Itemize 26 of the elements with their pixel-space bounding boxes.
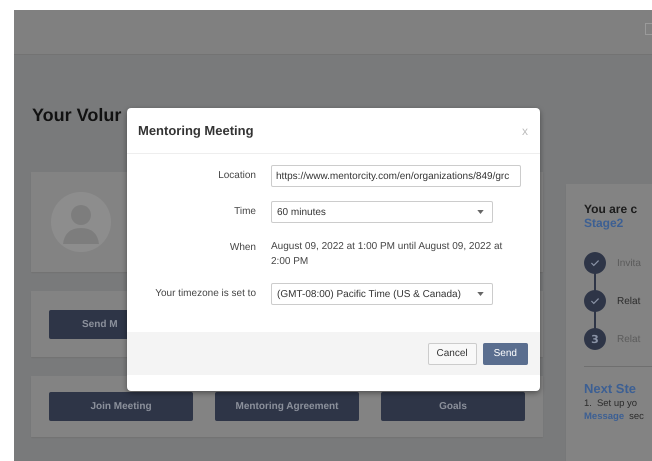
field-label: Location [217, 169, 256, 181]
action-button[interactable]: Goals [381, 392, 525, 421]
send-button[interactable]: Send [482, 342, 528, 364]
step-label: Relat [617, 296, 640, 306]
page-title: Your Volur [32, 104, 122, 126]
step-number: 3 [584, 328, 606, 350]
cancel-button[interactable]: Cancel [428, 342, 477, 364]
stage-heading: You are c [584, 202, 638, 216]
next-steps-heading: Next Ste [584, 381, 638, 396]
dropdown[interactable]: (GMT-08:00) Pacific Time (US & Canada) [271, 283, 493, 305]
location-field[interactable]: https://www.mentorcity.com/en/organizations/849/grc [271, 165, 521, 187]
field-label: When [228, 241, 256, 253]
action-button[interactable]: Join Meeting [49, 392, 193, 421]
step-number-text: 1. [584, 398, 592, 409]
caret-icon [477, 210, 484, 214]
field-label: Time [233, 205, 256, 217]
caret-icon [477, 292, 484, 296]
close-button[interactable]: x [522, 124, 528, 138]
when-text: August 09, 2022 at 1:00 PM until August 09, 2022 at 2:00 PM [271, 240, 503, 269]
step-text: sec [629, 411, 644, 422]
field-label: Your timezone is set to [154, 287, 256, 299]
stage-name: Stage2 [584, 216, 624, 230]
dropdown[interactable]: 60 minutes [271, 201, 493, 223]
action-button[interactable]: Mentoring Agreement [215, 392, 359, 421]
dialog-title: Mentoring Meeting [138, 123, 254, 138]
step-text: Set up yo [596, 398, 638, 409]
